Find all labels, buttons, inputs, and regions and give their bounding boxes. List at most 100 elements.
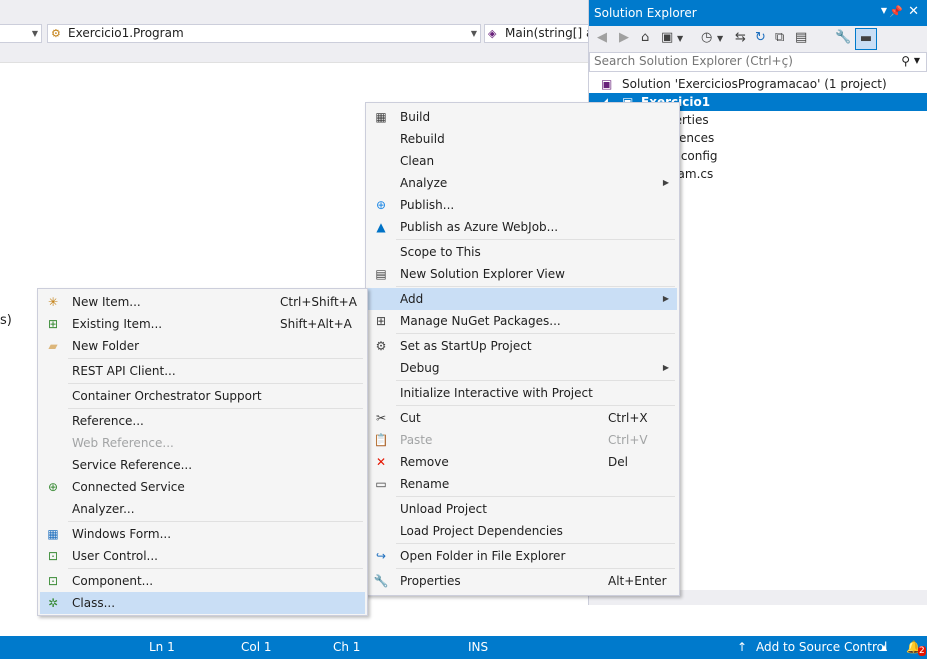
separator — [396, 380, 675, 381]
chevron-down-icon[interactable]: ▼ — [677, 34, 683, 43]
separator — [396, 333, 675, 334]
window-position-dropdown-icon[interactable]: ▼ — [881, 6, 887, 15]
project-context-menu: ▦ Build Rebuild Clean Analyze ▶ ⊕ Publish..… — [365, 102, 680, 596]
menu-item-new-item[interactable]: ✳ New Item... Ctrl+Shift+A — [40, 291, 365, 313]
menu-item-clean[interactable]: Clean — [368, 150, 677, 172]
separator — [68, 568, 363, 569]
folder-icon: ▰ — [48, 339, 58, 353]
nuget-icon: ⊞ — [375, 314, 387, 328]
user-control-icon: ⊡ — [47, 549, 59, 563]
home-icon[interactable]: ⌂ — [641, 30, 649, 45]
menu-item-paste: 📋 Paste Ctrl+V — [368, 429, 677, 451]
solution-search-box[interactable]: ⚲ ▼ — [589, 52, 927, 72]
separator — [68, 408, 363, 409]
menu-item-remove[interactable]: ✕ Remove Del — [368, 451, 677, 473]
refresh-folder-icon: ↪ — [375, 549, 387, 563]
panel-title: Solution Explorer — [594, 6, 697, 20]
navigation-bar: ▼ ⚙ Exercicio1.Program ▼ ◈ Main(string[]… — [0, 0, 594, 62]
back-icon[interactable]: ◀ — [597, 30, 607, 45]
menu-item-build[interactable]: ▦ Build — [368, 106, 677, 128]
wrench-icon[interactable]: 🔧 — [835, 30, 851, 45]
forward-icon[interactable]: ▶ — [619, 30, 629, 45]
pending-changes-icon[interactable]: ◷ — [701, 30, 712, 45]
menu-item-manage-nuget[interactable]: ⊞ Manage NuGet Packages... — [368, 310, 677, 332]
menu-item-unload-project[interactable]: Unload Project — [368, 498, 677, 520]
globe-icon: ⊕ — [375, 198, 387, 212]
line-indicator: Ln 1 — [149, 640, 175, 654]
menu-item-reference[interactable]: Reference... — [40, 410, 365, 432]
chevron-up-icon[interactable]: ▲ — [881, 643, 887, 652]
menu-item-component[interactable]: ⊡ Component... — [40, 570, 365, 592]
separator — [396, 496, 675, 497]
component-icon: ⊡ — [47, 574, 59, 588]
menu-item-rename[interactable]: ▭ Rename — [368, 473, 677, 495]
notification-count-badge: 2 — [918, 646, 926, 656]
menu-item-add[interactable]: Add ▶ — [368, 288, 677, 310]
menu-item-new-folder[interactable]: ▰ New Folder — [40, 335, 365, 357]
menu-item-user-control[interactable]: ⊡ User Control... — [40, 545, 365, 567]
collapse-all-icon[interactable]: ⧉ — [775, 30, 784, 45]
menu-item-initialize-interactive[interactable]: Initialize Interactive with Project — [368, 382, 677, 404]
menu-item-publish[interactable]: ⊕ Publish... — [368, 194, 677, 216]
submenu-arrow-icon: ▶ — [662, 363, 669, 372]
menu-item-new-solution-explorer-view[interactable]: ▤ New Solution Explorer View — [368, 263, 677, 285]
separator — [396, 405, 675, 406]
menu-item-debug[interactable]: Debug ▶ — [368, 357, 677, 379]
existing-item-icon: ⊞ — [47, 317, 59, 331]
menu-item-properties[interactable]: 🔧 Properties Alt+Enter — [368, 570, 677, 592]
menu-item-scope-to-this[interactable]: Scope to This — [368, 241, 677, 263]
menu-item-cut[interactable]: ✂ Cut Ctrl+X — [368, 407, 677, 429]
refresh-icon[interactable]: ↻ — [755, 30, 766, 45]
menu-item-connected-service[interactable]: ⊕ Connected Service — [40, 476, 365, 498]
chevron-down-icon[interactable]: ▼ — [717, 34, 723, 43]
menu-item-container-orchestrator[interactable]: Container Orchestrator Support — [40, 385, 365, 407]
sync-icon[interactable]: ⇆ — [735, 30, 746, 45]
show-all-files-icon[interactable]: ▤ — [795, 30, 807, 45]
menu-item-publish-azure[interactable]: ▲ Publish as Azure WebJob... — [368, 216, 677, 238]
preview-icon[interactable]: ▬ — [855, 28, 877, 50]
menu-item-web-reference: Web Reference... — [72, 436, 174, 450]
tree-item-solution[interactable]: ▣ Solution 'ExerciciosProgramacao' (1 pr… — [589, 75, 927, 93]
solution-explorer-toolbar: ◀ ▶ ⌂ ▣ ▼ ◷ ▼ ⇆ ↻ ⧉ ▤ 🔧 ▬ — [589, 26, 927, 52]
close-icon[interactable]: ✕ — [908, 4, 919, 19]
paste-icon: 📋 — [373, 433, 389, 447]
status-bar: Ln 1 Col 1 Ch 1 INS ↑ Add to Source Cont… — [0, 636, 927, 659]
menu-item-set-startup[interactable]: ⚙ Set as StartUp Project — [368, 335, 677, 357]
form-icon: ▦ — [47, 527, 59, 541]
build-icon: ▦ — [375, 110, 387, 124]
connected-service-icon: ⊕ — [47, 480, 59, 494]
search-icon: ⚲ — [901, 54, 910, 68]
menu-item-rest-api-client[interactable]: REST API Client... — [40, 360, 365, 382]
menu-item-load-dependencies[interactable]: Load Project Dependencies — [368, 520, 677, 542]
menu-item-service-reference[interactable]: Service Reference... — [40, 454, 365, 476]
class-icon: ⚙ — [51, 27, 61, 40]
member-combo[interactable]: ◈ Main(string[] ar — [484, 24, 594, 43]
menu-item-class[interactable]: ✲ Class... — [40, 592, 365, 614]
separator — [396, 286, 675, 287]
type-combo[interactable]: ⚙ Exercicio1.Program ▼ — [47, 24, 481, 43]
separator — [68, 358, 363, 359]
menu-item-existing-item[interactable]: ⊞ Existing Item... Shift+Alt+A — [40, 313, 365, 335]
window-icon: ▤ — [375, 267, 387, 281]
code-text: s) — [0, 313, 12, 328]
switch-views-icon[interactable]: ▣ — [661, 30, 673, 45]
separator — [396, 568, 675, 569]
search-input[interactable] — [594, 54, 884, 68]
scissors-icon: ✂ — [375, 411, 387, 425]
separator — [68, 383, 363, 384]
menu-item-rebuild[interactable]: Rebuild — [368, 128, 677, 150]
add-to-source-control-button[interactable]: Add to Source Control — [756, 640, 887, 654]
project-combo[interactable]: ▼ — [0, 24, 42, 43]
separator — [396, 239, 675, 240]
menu-item-open-folder[interactable]: ↪ Open Folder in File Explorer — [368, 545, 677, 567]
remove-icon: ✕ — [375, 455, 387, 469]
chevron-down-icon: ▼ — [31, 29, 38, 38]
solution-icon: ▣ — [601, 77, 613, 91]
chevron-down-icon[interactable]: ▼ — [914, 56, 920, 65]
pin-icon[interactable]: 📌 — [889, 5, 903, 18]
menu-item-analyzer[interactable]: Analyzer... — [40, 498, 365, 520]
menu-item-analyze[interactable]: Analyze ▶ — [368, 172, 677, 194]
add-submenu: ✳ New Item... Ctrl+Shift+A ⊞ Existing Item.… — [37, 288, 368, 616]
submenu-arrow-icon: ▶ — [662, 294, 669, 303]
menu-item-windows-form[interactable]: ▦ Windows Form... — [40, 523, 365, 545]
